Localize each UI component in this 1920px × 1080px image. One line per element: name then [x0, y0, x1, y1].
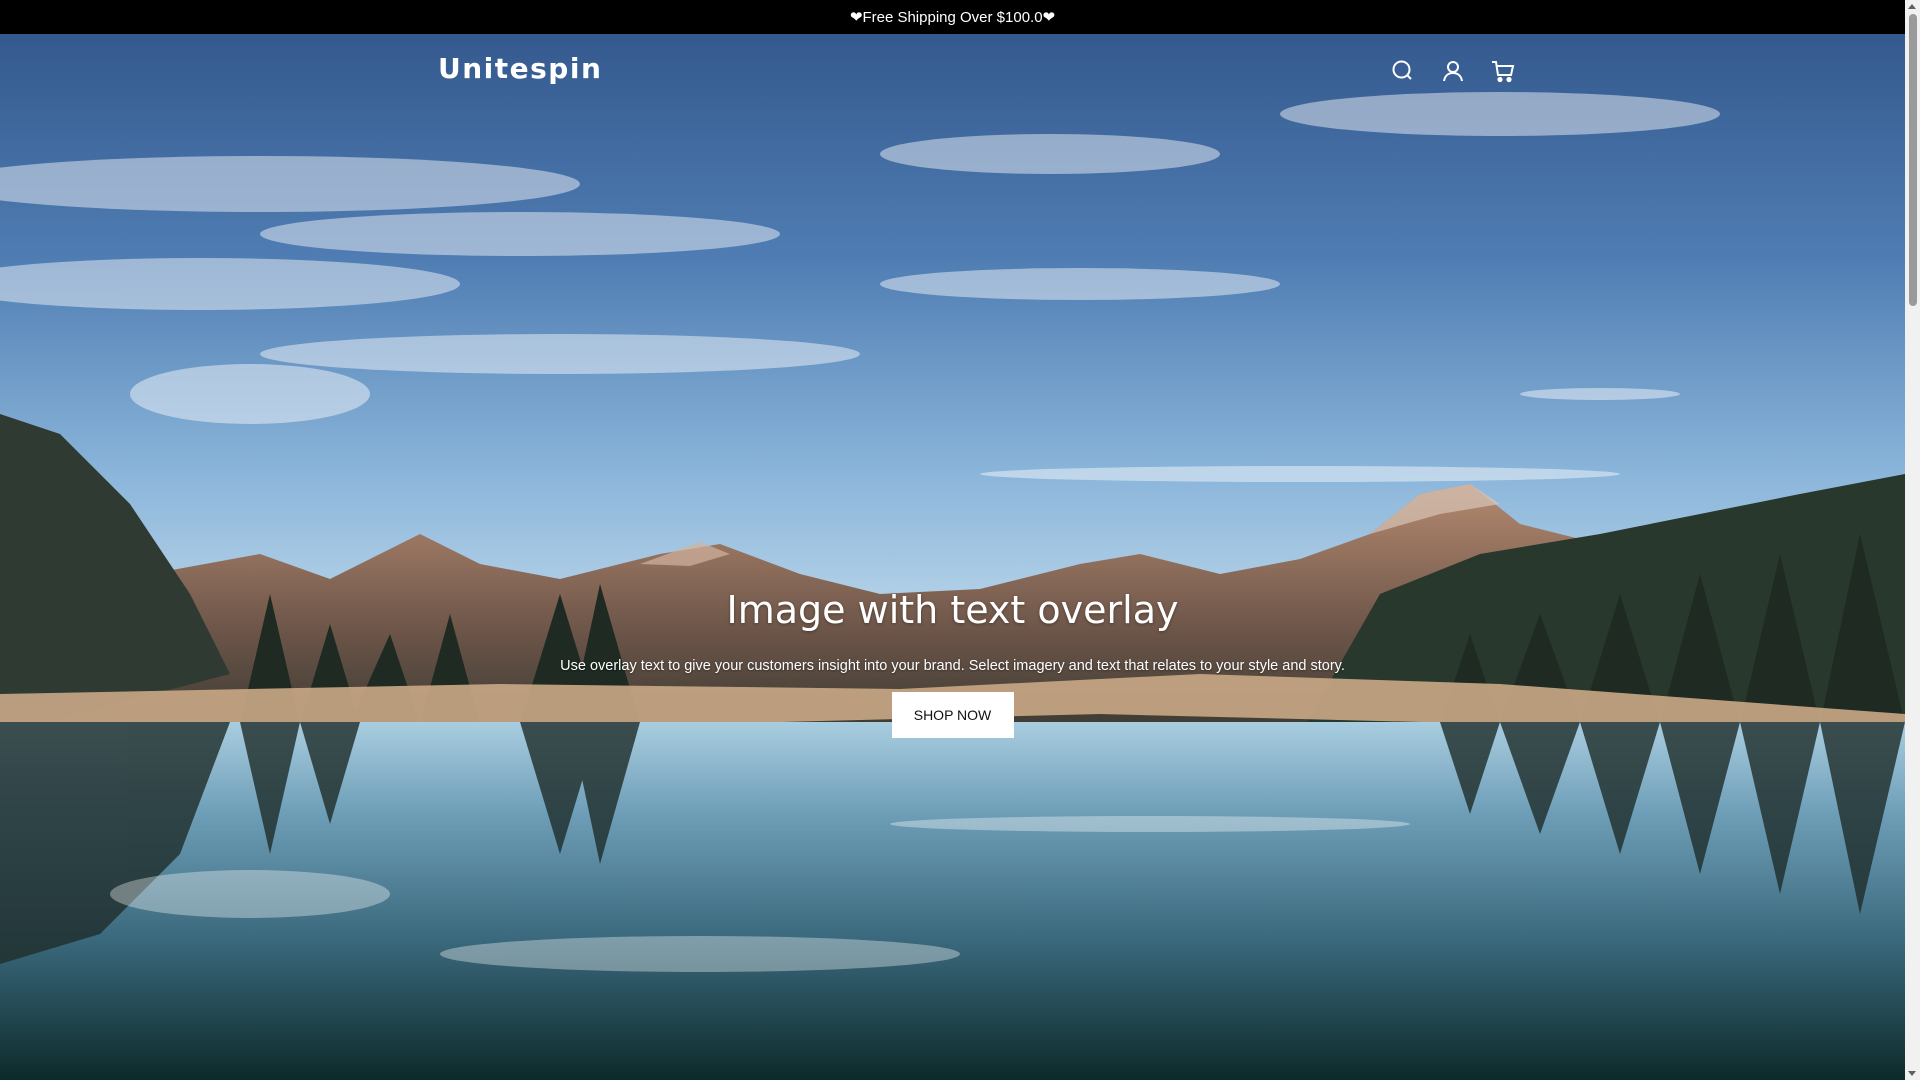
scroll-up-arrow-icon[interactable]: [1908, 4, 1916, 9]
announcement-text: ❤Free Shipping Over $100.0❤: [849, 9, 1056, 26]
page-scrollbar[interactable]: [1905, 0, 1920, 1080]
account-icon[interactable]: [1440, 58, 1466, 84]
header-icons: [1390, 58, 1516, 84]
shop-now-button[interactable]: SHOP NOW: [891, 692, 1014, 738]
hero-subheading: Use overlay text to give your customers …: [560, 658, 1345, 674]
scroll-down-arrow-icon[interactable]: [1908, 1071, 1916, 1076]
site-header: Unitespin: [0, 34, 1905, 110]
hero-background-image: [0, 34, 1905, 1080]
site-logo[interactable]: Unitespin: [438, 52, 602, 85]
hero-overlay: Image with text overlay Use overlay text…: [0, 580, 1905, 738]
scrollbar-thumb[interactable]: [1909, 14, 1917, 306]
hero-heading: Image with text overlay: [726, 588, 1179, 632]
hero-banner: [0, 34, 1905, 1080]
cart-icon[interactable]: [1490, 58, 1516, 84]
search-icon[interactable]: [1390, 58, 1416, 84]
announcement-bar: ❤Free Shipping Over $100.0❤: [0, 0, 1905, 34]
